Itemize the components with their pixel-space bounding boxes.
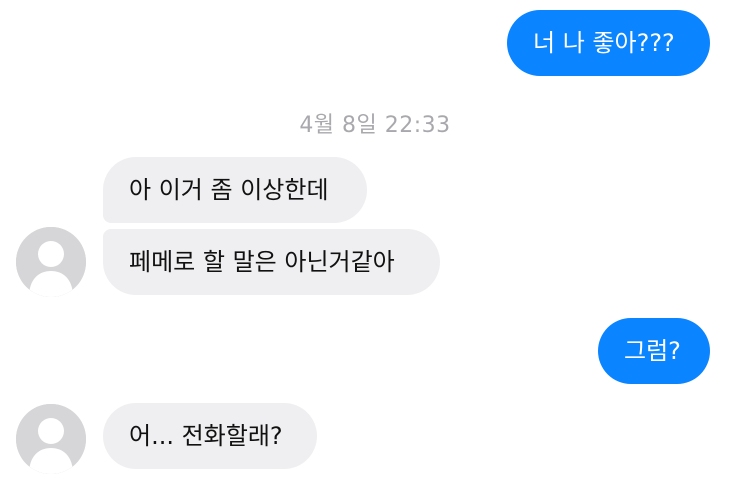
outgoing-message-bubble[interactable]: 너 나 좋아??? bbox=[507, 10, 710, 76]
default-profile-silhouette-icon bbox=[16, 404, 86, 474]
default-profile-silhouette-icon bbox=[16, 227, 86, 297]
sender-avatar-icon[interactable] bbox=[16, 227, 86, 297]
incoming-message-bubble[interactable]: 어... 전화할래? bbox=[103, 403, 317, 469]
outgoing-message-bubble[interactable]: 그럼? bbox=[598, 318, 710, 384]
sender-avatar-icon[interactable] bbox=[16, 404, 86, 474]
message-timestamp: 4월 8일 22:33 bbox=[299, 113, 451, 138]
incoming-message-bubble[interactable]: 아 이거 좀 이상한데 bbox=[103, 157, 367, 223]
incoming-message-bubble[interactable]: 페메로 할 말은 아닌거같아 bbox=[103, 229, 440, 295]
